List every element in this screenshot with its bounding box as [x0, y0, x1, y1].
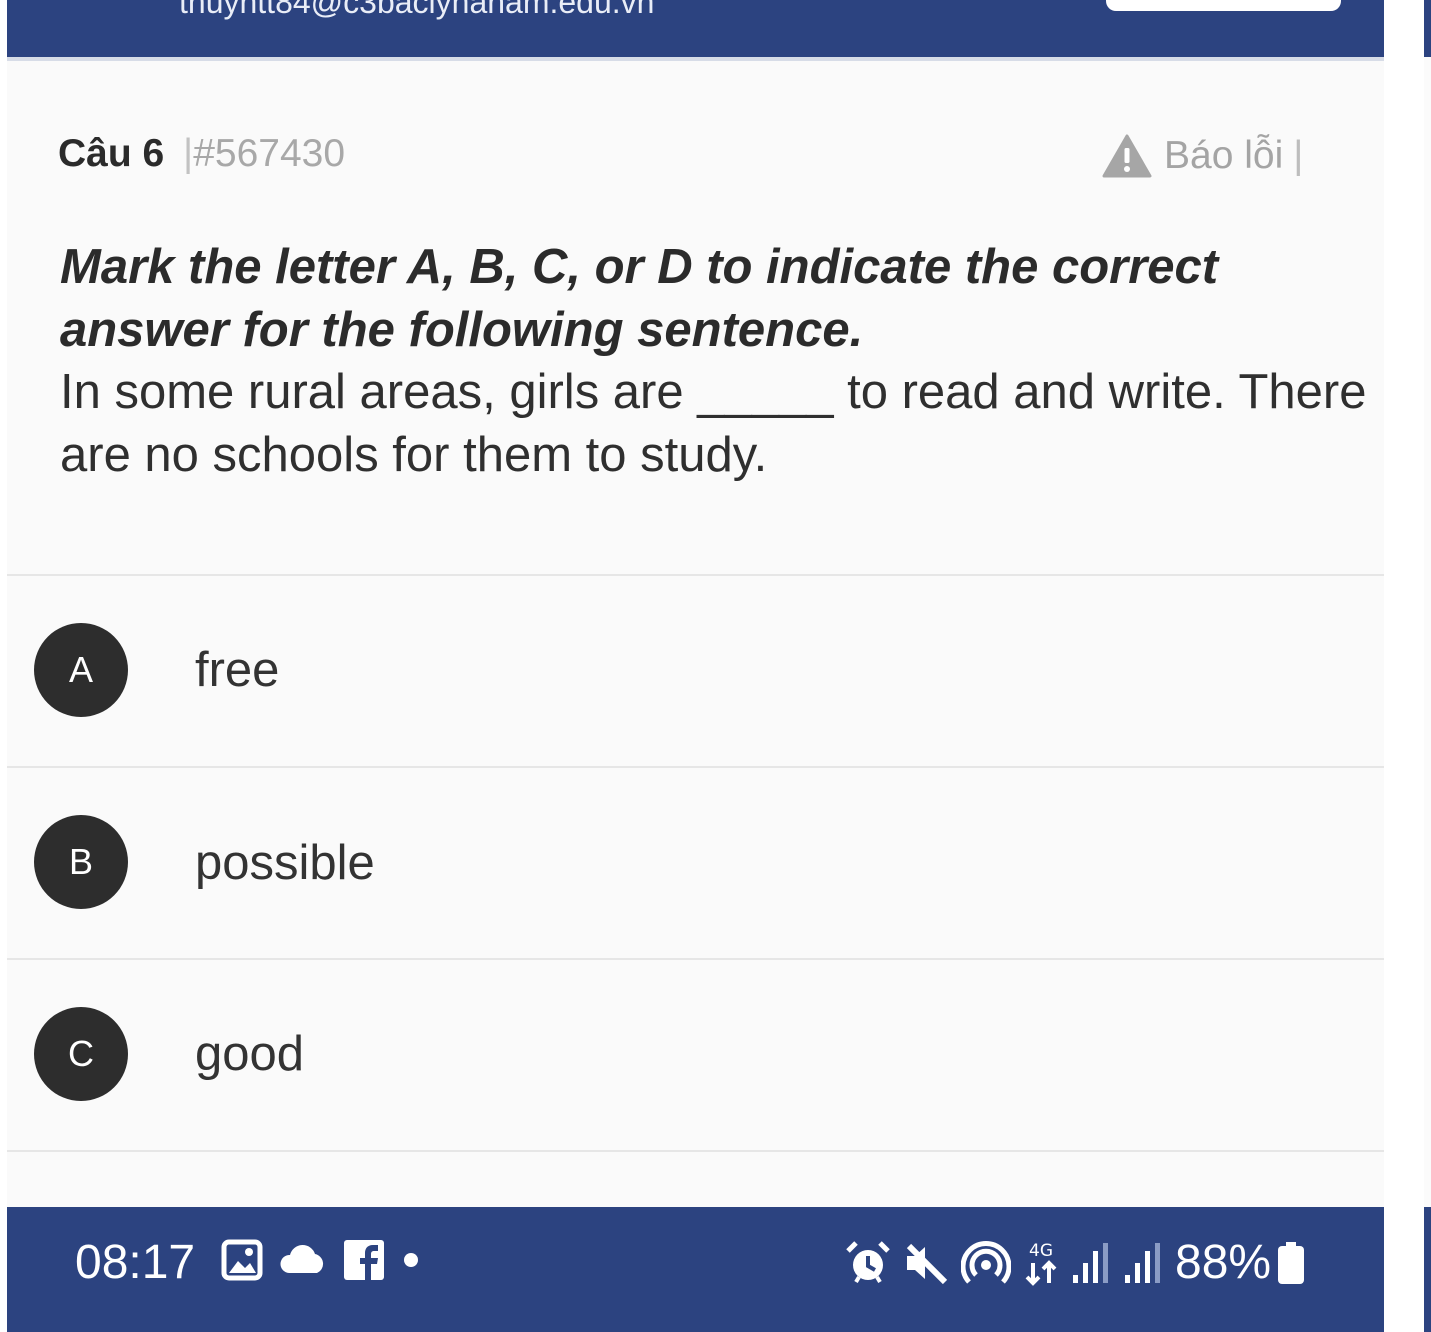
status-time: 08:17	[75, 1236, 196, 1289]
question-id: #567430	[193, 132, 346, 175]
report-error-label: Báo lỗi	[1164, 134, 1284, 177]
question-header: Câu 6 |#567430	[58, 132, 345, 176]
header-bar: thuyntt84@c3baclyhanam.edu.vn	[7, 0, 1384, 57]
option-text: possible	[195, 836, 375, 890]
cloud-icon	[280, 1245, 324, 1273]
dot-icon	[404, 1253, 418, 1267]
report-separator: |	[1293, 134, 1304, 177]
data-arrows-icon: 4G	[1025, 1241, 1057, 1286]
option-letter-badge: A	[34, 623, 128, 717]
next-card-header-edge	[1424, 0, 1431, 57]
question-separator: |	[183, 132, 194, 175]
question-sentence: In some rural areas, girls are _____ to …	[60, 365, 1367, 482]
hotspot-icon	[961, 1240, 1011, 1284]
battery-percent: 88%	[1175, 1236, 1272, 1289]
gallery-icon	[221, 1239, 263, 1281]
option-text: good	[195, 1027, 305, 1081]
next-card-status-edge	[1424, 1207, 1431, 1332]
battery-icon	[1278, 1241, 1305, 1284]
status-bar: 08:17 4G 88%	[7, 1207, 1384, 1332]
option-c[interactable]: C good	[7, 960, 1384, 1150]
question-instruction: Mark the letter A, B, C, or D to indicat…	[60, 240, 1219, 357]
alarm-icon	[846, 1240, 890, 1283]
account-email: thuyntt84@c3baclyhanam.edu.vn	[179, 0, 655, 20]
facebook-icon	[344, 1240, 384, 1280]
svg-text:4G: 4G	[1029, 1241, 1053, 1261]
option-text: free	[195, 643, 280, 697]
option-a[interactable]: A free	[7, 576, 1384, 766]
signal-icon	[1073, 1242, 1108, 1283]
warning-icon	[1102, 134, 1152, 178]
divider	[7, 1150, 1384, 1152]
question-number: Câu 6	[58, 132, 165, 175]
system-icons: 4G 88%	[845, 1235, 1317, 1290]
option-b[interactable]: B possible	[7, 768, 1384, 958]
header-button[interactable]	[1106, 0, 1341, 11]
notification-icons	[221, 1239, 437, 1281]
signal-icon	[1125, 1242, 1160, 1283]
option-letter-badge: B	[34, 815, 128, 909]
next-card-edge	[1424, 0, 1431, 1332]
page: thuyntt84@c3baclyhanam.edu.vn Câu 6 |#56…	[0, 0, 1431, 1332]
mute-icon	[906, 1243, 948, 1284]
report-error-button[interactable]: Báo lỗi |	[1102, 132, 1303, 180]
option-letter-badge: C	[34, 1007, 128, 1101]
